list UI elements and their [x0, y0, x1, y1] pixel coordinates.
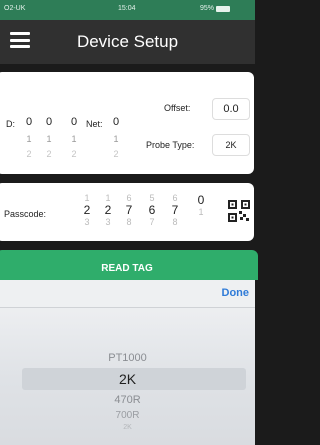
passcode-card: Passcode: 1 2 3 1 2 3 6 7 8 5 6 7 6 7 8 …	[0, 183, 254, 241]
wheel-far: 2	[113, 149, 119, 159]
passcode-wheel-1[interactable]: 1 2 3	[81, 193, 93, 227]
wheel-selected: 0	[70, 116, 78, 128]
battery-percent: 95%	[200, 5, 215, 12]
wheel-above: 5	[149, 193, 155, 203]
device-id-wheel-3[interactable]: 0 1 2	[68, 116, 80, 159]
battery-status: 95%	[200, 5, 231, 12]
wheel-above: 6	[126, 193, 132, 203]
app-bar: Device Setup	[0, 20, 255, 64]
wheel-above: 6	[172, 193, 178, 203]
passcode-wheel-3[interactable]: 6 7 8	[123, 193, 135, 227]
wheel-selected: 0	[45, 116, 53, 128]
status-bar: O2-UK 15:04 95%	[0, 0, 255, 20]
wheel-below: 3	[84, 217, 90, 227]
wheel-far: 2	[71, 149, 77, 159]
wheel-below: 1	[46, 134, 52, 144]
picker-toolbar: Done	[0, 280, 255, 308]
qr-code-icon[interactable]	[228, 200, 250, 222]
picker-option[interactable]: 2K	[0, 424, 255, 431]
wheel-below: 1	[198, 207, 204, 217]
page-title: Device Setup	[76, 32, 179, 51]
read-tag-button[interactable]: READ TAG	[0, 250, 258, 280]
device-settings-card: D: 0 1 2 0 1 2 0 1 2 Net: 0 1 2 Offset: …	[0, 72, 254, 174]
passcode-wheel-5[interactable]: 6 7 8	[169, 193, 181, 227]
wheel-far: 2	[26, 149, 32, 159]
net-label: Net:	[86, 119, 103, 129]
wheel-below: 1	[113, 134, 119, 144]
passcode-label: Passcode:	[4, 209, 47, 219]
picker-option[interactable]: 470R	[0, 394, 255, 406]
device-id-wheel-2[interactable]: 0 1 2	[43, 116, 55, 159]
wheel-below: 3	[105, 217, 111, 227]
wheel-selected: 7	[125, 203, 133, 217]
wheel-below: 8	[126, 217, 132, 227]
device-id-wheel-1[interactable]: 0 1 2	[23, 116, 35, 159]
passcode-wheel-4[interactable]: 5 6 7	[146, 193, 158, 227]
net-wheel[interactable]: 0 1 2	[110, 116, 122, 159]
wheel-selected: 0	[197, 193, 205, 207]
wheel-below: 1	[26, 134, 32, 144]
picker-option[interactable]: PT1000	[0, 352, 255, 364]
wheel-selected: 2	[104, 203, 112, 217]
device-id-label: D:	[6, 119, 15, 129]
probe-type-field[interactable]: 2K	[212, 134, 250, 156]
clock: 15:04	[118, 5, 136, 12]
wheel-below: 1	[71, 134, 77, 144]
wheel-above: 1	[105, 193, 111, 203]
wheel-selected: 0	[112, 116, 120, 128]
wheel-below: 7	[149, 217, 155, 227]
wheel-selected: 7	[171, 203, 179, 217]
carrier-label: O2-UK	[4, 5, 26, 12]
offset-label: Offset:	[164, 103, 191, 113]
wheel-below: 8	[172, 217, 178, 227]
probe-type-picker: Done PT1000 2K 470R 700R 2K	[0, 280, 255, 445]
battery-icon	[216, 5, 231, 12]
wheel-selected: 6	[148, 203, 156, 217]
wheel-far: 2	[46, 149, 52, 159]
wheel-selected: 0	[25, 116, 33, 128]
offset-field[interactable]: 0.0	[212, 98, 250, 120]
wheel-selected: 2	[83, 203, 91, 217]
wheel-above: 1	[84, 193, 90, 203]
probe-type-label: Probe Type:	[146, 140, 195, 150]
picker-option[interactable]: 700R	[0, 410, 255, 421]
picker-option-selected[interactable]: 2K	[0, 371, 255, 387]
passcode-wheel-2[interactable]: 1 2 3	[102, 193, 114, 227]
done-button[interactable]: Done	[222, 287, 250, 299]
passcode-wheel-6[interactable]: 0 1	[195, 193, 207, 217]
